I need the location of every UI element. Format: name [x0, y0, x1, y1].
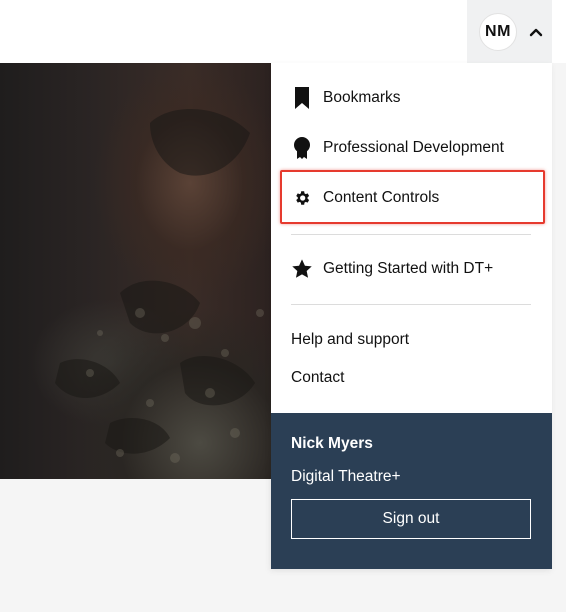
hero-image-texture	[55, 109, 264, 463]
contact-link[interactable]: Contact	[291, 369, 344, 387]
menu-item-bookmarks[interactable]: Bookmarks	[291, 83, 541, 113]
award-ribbon-icon	[291, 136, 313, 160]
menu-item-label: Professional Development	[323, 139, 504, 156]
star-icon	[291, 257, 313, 281]
account-menu-toggle[interactable]: NM	[467, 0, 552, 63]
page: NM Bookmarks Professional Development Co…	[0, 0, 566, 612]
avatar-initials: NM	[485, 22, 511, 40]
avatar: NM	[479, 12, 517, 51]
menu-item-label: Getting Started with DT+	[323, 260, 494, 277]
menu-item-label: Content Controls	[323, 189, 440, 206]
chevron-up-icon	[529, 28, 543, 36]
menu-item-label: Bookmarks	[323, 89, 401, 106]
divider	[291, 234, 531, 235]
gear-icon	[291, 186, 313, 210]
divider	[291, 304, 531, 305]
hero-image	[0, 63, 272, 479]
sign-out-button[interactable]: Sign out	[291, 499, 531, 539]
account-panel: Nick Myers Digital Theatre+ Sign out	[271, 413, 552, 569]
organization-name: Digital Theatre+	[291, 468, 401, 485]
menu-item-getting-started[interactable]: Getting Started with DT+	[291, 254, 541, 284]
menu-item-professional-development[interactable]: Professional Development	[291, 133, 541, 163]
account-dropdown-menu: Bookmarks Professional Development Conte…	[271, 63, 552, 569]
menu-item-content-controls[interactable]: Content Controls	[291, 183, 541, 213]
top-bar: NM	[0, 0, 566, 63]
bookmark-icon	[291, 86, 313, 110]
user-name: Nick Myers	[291, 435, 373, 452]
help-and-support-link[interactable]: Help and support	[291, 331, 409, 349]
